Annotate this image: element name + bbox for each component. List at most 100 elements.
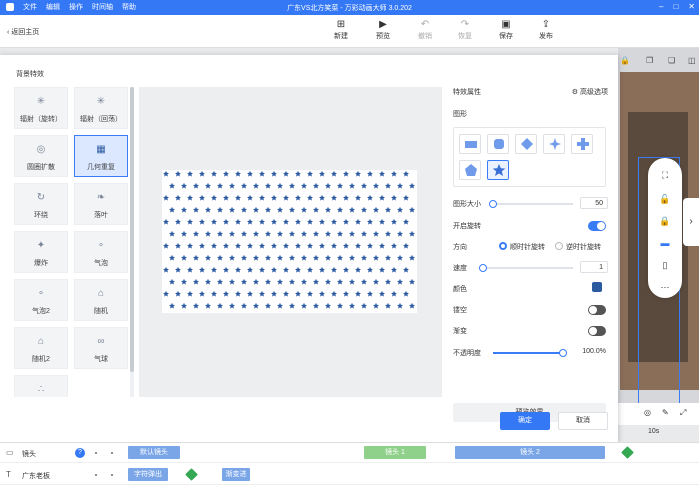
cross-shape-icon[interactable] (571, 134, 593, 154)
save-button[interactable]: ▣ 保存 (491, 19, 521, 41)
effect-random2[interactable]: ⌂ 随机2 (14, 327, 68, 369)
speed-input[interactable]: 1 (580, 261, 608, 273)
pattern-star (325, 254, 331, 261)
pattern-star (307, 218, 313, 225)
more-dots-icon[interactable]: ⋯ (648, 282, 682, 293)
pattern-star (169, 182, 175, 189)
effect-radial-rotate[interactable]: ✳ 辐射（旋转） (14, 87, 68, 129)
pattern-star (259, 170, 265, 177)
track-lock-dot[interactable] (111, 452, 113, 454)
effect-falling-leaf[interactable]: ❧ 落叶 (74, 183, 128, 225)
size-slider[interactable] (489, 200, 573, 208)
chevron-right-icon[interactable]: › (683, 198, 699, 246)
color-picker-icon[interactable] (592, 282, 602, 292)
pattern-star (385, 230, 391, 237)
pattern-star (199, 170, 205, 177)
size-input[interactable]: 50 (580, 197, 608, 209)
text-track-icon: T (6, 470, 11, 479)
pattern-star (253, 254, 259, 261)
gradient-toggle[interactable] (588, 326, 606, 336)
hollow-toggle[interactable] (588, 305, 606, 315)
monitor-icon[interactable]: ▬ (648, 238, 682, 248)
effect-random[interactable]: ⌂ 随机 (74, 279, 128, 321)
balloon-icon: ∞ (97, 336, 105, 347)
star-shape-icon[interactable] (487, 160, 509, 180)
preview-button[interactable]: ▶ 预览 (368, 19, 398, 41)
effect-bubble2[interactable]: ∘ 气泡2 (14, 279, 68, 321)
layer-icon[interactable]: ◫ (688, 56, 696, 65)
unlock-icon[interactable]: 🔓 (648, 194, 682, 205)
lock-icon[interactable]: 🔒 (620, 56, 630, 65)
clip-camera-1[interactable]: 镜头 1 (364, 446, 426, 459)
speed-slider[interactable] (479, 264, 573, 272)
cancel-button[interactable]: 取消 (558, 412, 608, 430)
diamond-shape-icon[interactable] (515, 134, 537, 154)
effect-explosion[interactable]: ✦ 爆炸 (14, 231, 68, 273)
phone-icon[interactable]: ▯ (648, 260, 682, 271)
fit-screen-icon[interactable]: ⛶ (648, 170, 682, 181)
paste-icon[interactable]: ❏ (668, 56, 675, 65)
pattern-star (283, 194, 289, 201)
lock-small-icon[interactable]: 🔒 (648, 216, 682, 227)
clip-fade-in[interactable]: 渐变进 (222, 468, 250, 481)
expand-icon[interactable]: ⤢ (680, 408, 686, 418)
play-icon: ▶ (379, 19, 387, 30)
sparkle-shape-icon[interactable] (543, 134, 565, 154)
copy-icon[interactable]: ❐ (646, 56, 653, 65)
publish-button[interactable]: ⇪ 发布 (531, 19, 561, 41)
back-home-link[interactable]: ‹ 返回主页 (7, 27, 39, 37)
ok-button[interactable]: 确定 (500, 412, 550, 430)
clip-camera-2[interactable]: 镜头 2 (455, 446, 605, 459)
opacity-slider-knob[interactable] (559, 349, 567, 357)
advanced-options-link[interactable]: ⚙ 高级选项 (572, 87, 608, 97)
pattern-star (283, 266, 289, 273)
effect-more[interactable]: ∴ (14, 375, 68, 397)
counterclockwise-radio[interactable]: 逆时针旋转 (555, 242, 601, 252)
effect-bubble[interactable]: ∘ 气泡 (74, 231, 128, 273)
clockwise-radio[interactable]: 顺时针旋转 (499, 242, 545, 252)
pattern-star (229, 182, 235, 189)
pattern-star (337, 182, 343, 189)
timeline-row-camera: ▭ 镜头 ? 默认镜头 镜头 1 镜头 2 (0, 443, 699, 463)
track-lock-dot[interactable] (111, 474, 113, 476)
effect-geometric-repeat[interactable]: ▦ 几何重复 (74, 135, 128, 177)
help-icon[interactable]: ? (75, 448, 85, 458)
effect-orbit[interactable]: ↻ 环绕 (14, 183, 68, 225)
camera-icon[interactable]: ◎ (644, 408, 651, 417)
clip-char-popup[interactable]: 字符弹出 (128, 468, 168, 481)
pentagon-shape-icon[interactable] (459, 160, 481, 180)
pattern-star (211, 290, 217, 297)
pattern-star (337, 206, 343, 213)
effect-radial-swing[interactable]: ✳ 辐射（回荡） (74, 87, 128, 129)
effect-list-scrollbar[interactable] (130, 87, 134, 397)
effect-circle-spread[interactable]: ◎ 圆圈扩散 (14, 135, 68, 177)
effect-balloon[interactable]: ∞ 气球 (74, 327, 128, 369)
speed-slider-knob[interactable] (479, 264, 487, 272)
effect-label: 辐射（旋转） (20, 116, 62, 123)
pattern-star (379, 242, 385, 249)
size-slider-knob[interactable] (489, 200, 497, 208)
close-icon[interactable]: ✕ (688, 2, 695, 11)
opacity-slider[interactable] (493, 349, 567, 357)
rectangle-shape-icon[interactable] (459, 134, 481, 154)
track-visibility-dot[interactable] (95, 452, 97, 454)
clip-default-camera[interactable]: 默认镜头 (128, 446, 180, 459)
minimize-icon[interactable]: – (659, 2, 663, 11)
new-button[interactable]: ⊞ 新建 (326, 19, 356, 41)
rotate-toggle[interactable] (588, 221, 606, 231)
pattern-star (403, 266, 409, 273)
rounded-square-shape-icon[interactable] (487, 134, 509, 154)
scrollbar-thumb[interactable] (130, 87, 134, 372)
pattern-star (349, 230, 355, 237)
effect-label: 气球 (94, 356, 108, 363)
edit-icon[interactable]: ✎ (662, 408, 669, 417)
track-visibility-dot[interactable] (95, 474, 97, 476)
undo-button[interactable]: ↶ 撤销 (410, 19, 440, 41)
keyframe-diamond-icon[interactable] (185, 468, 198, 481)
keyframe-diamond-icon[interactable] (621, 446, 634, 459)
pattern-star (337, 278, 343, 285)
maximize-icon[interactable]: □ (673, 2, 678, 11)
pattern-star (385, 278, 391, 285)
redo-button[interactable]: ↷ 恢复 (450, 19, 480, 41)
pattern-star (355, 170, 361, 177)
